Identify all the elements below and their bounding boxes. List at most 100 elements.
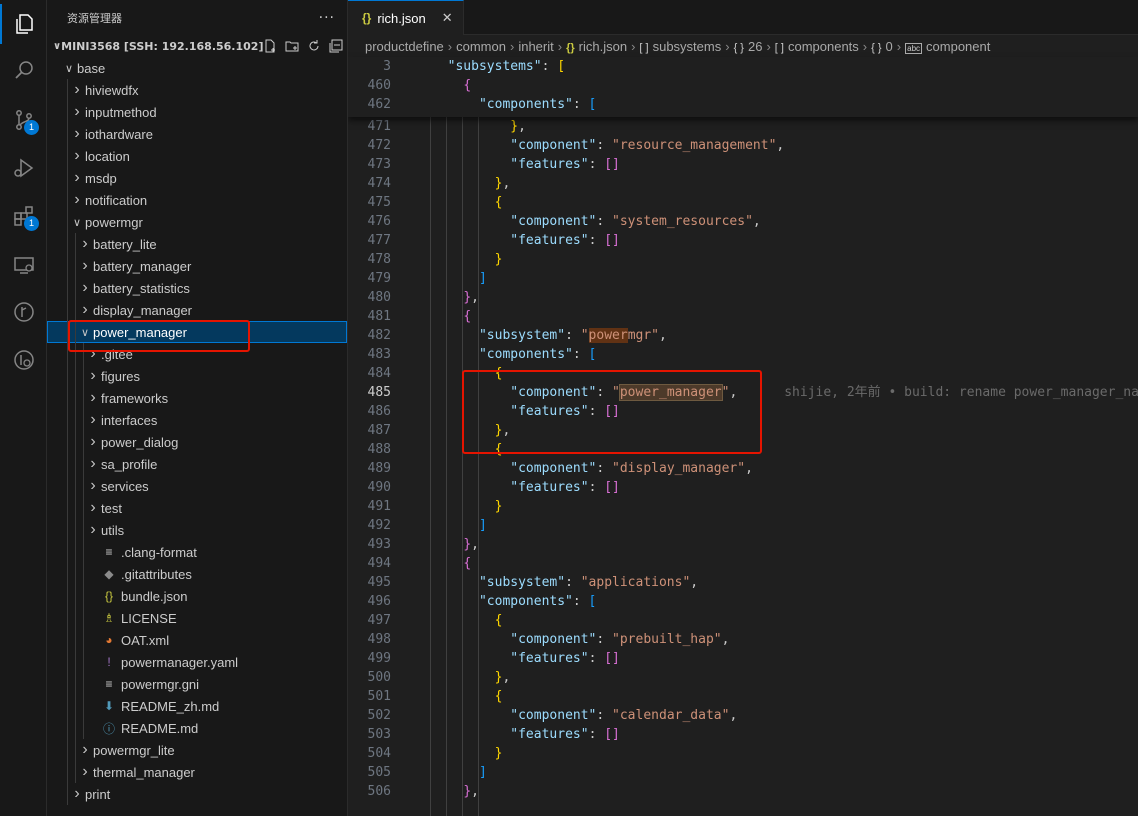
tree-folder[interactable]: › display_manager (47, 299, 347, 321)
code-line[interactable]: 479 ] (348, 269, 1138, 288)
tree-folder[interactable]: › power_dialog (47, 431, 347, 453)
tree-folder[interactable]: › thermal_manager (47, 761, 347, 783)
tree-file[interactable]: ⬇ README_zh.md (47, 695, 347, 717)
tree-file[interactable]: ≡ .clang-format (47, 541, 347, 563)
workspace-section-header[interactable]: ∨ MINI3568 [SSH: 192.168.56.102] (47, 35, 347, 57)
code-line[interactable]: 476 "component": "system_resources", (348, 212, 1138, 231)
tree-folder[interactable]: › interfaces (47, 409, 347, 431)
tab-rich-json[interactable]: {} rich.json ✕ (348, 0, 464, 35)
tree-folder[interactable]: › utils (47, 519, 347, 541)
breadcrumb-item[interactable]: productdefine (365, 39, 444, 54)
collapse-all-icon[interactable] (329, 39, 343, 53)
git-graph-icon[interactable] (0, 292, 47, 332)
code-line[interactable]: 493 }, (348, 535, 1138, 554)
breadcrumb-item[interactable]: [ ] subsystems (639, 39, 721, 54)
tree-folder[interactable]: › battery_lite (47, 233, 347, 255)
code-line[interactable]: 477 "features": [] (348, 231, 1138, 250)
source-control-icon[interactable]: 1 (0, 100, 47, 140)
tree-file[interactable]: ◕ OAT.xml (47, 629, 347, 651)
code-line[interactable]: 486 "features": [] (348, 402, 1138, 421)
code-line[interactable]: 489 "component": "display_manager", (348, 459, 1138, 478)
tree-file[interactable]: ◆ .gitattributes (47, 563, 347, 585)
code-line[interactable]: 481 { (348, 307, 1138, 326)
tree-folder[interactable]: › notification (47, 189, 347, 211)
tree-folder[interactable]: › test (47, 497, 347, 519)
tree-folder[interactable]: › inputmethod (47, 101, 347, 123)
breadcrumb-item[interactable]: common (456, 39, 506, 54)
code-line[interactable]: 504 } (348, 744, 1138, 763)
code-line[interactable]: 494 { (348, 554, 1138, 573)
tree-file[interactable]: ! powermanager.yaml (47, 651, 347, 673)
breadcrumb-item[interactable]: abc component (905, 39, 990, 54)
refresh-icon[interactable] (307, 39, 321, 53)
code-editor[interactable]: 3 "subsystems": [460 {462 "components": … (348, 57, 1138, 816)
tree-file[interactable]: ≡ powermgr.gni (47, 673, 347, 695)
tree-folder[interactable]: › battery_statistics (47, 277, 347, 299)
run-debug-icon[interactable] (0, 148, 47, 188)
tree-file[interactable]: ⓘ README.md (47, 717, 347, 739)
code-line[interactable]: 490 "features": [] (348, 478, 1138, 497)
code-line[interactable]: 462 "components": [ (348, 95, 1138, 114)
code-line[interactable]: 480 }, (348, 288, 1138, 307)
code-line[interactable]: 501 { (348, 687, 1138, 706)
code-line[interactable]: 498 "component": "prebuilt_hap", (348, 630, 1138, 649)
code-line[interactable]: 474 }, (348, 174, 1138, 193)
sticky-scroll-header[interactable]: 3 "subsystems": [460 {462 "components": … (348, 57, 1138, 117)
more-actions-icon[interactable]: ··· (319, 10, 335, 26)
tree-folder[interactable]: › hiviewdfx (47, 79, 347, 101)
code-line[interactable]: 506 }, (348, 782, 1138, 801)
code-line[interactable]: 499 "features": [] (348, 649, 1138, 668)
explorer-icon[interactable] (0, 4, 47, 44)
tree-folder[interactable]: › sa_profile (47, 453, 347, 475)
tree-folder[interactable]: › print (47, 783, 347, 805)
breadcrumb-item[interactable]: { } 0 (871, 39, 893, 54)
tree-folder[interactable]: › powermgr_lite (47, 739, 347, 761)
tree-folder[interactable]: ∨ power_manager (47, 321, 347, 343)
code-line[interactable]: 495 "subsystem": "applications", (348, 573, 1138, 592)
code-line[interactable]: 478 } (348, 250, 1138, 269)
code-line[interactable]: 484 { (348, 364, 1138, 383)
code-line[interactable]: 488 { (348, 440, 1138, 459)
code-line[interactable]: 471 }, (348, 117, 1138, 136)
code-line[interactable]: 472 "component": "resource_management", (348, 136, 1138, 155)
tree-file[interactable]: ♗ LICENSE (47, 607, 347, 629)
code-line[interactable]: 482 "subsystem": "powermgr", (348, 326, 1138, 345)
code-line[interactable]: 473 "features": [] (348, 155, 1138, 174)
code-line[interactable]: 485 "component": "power_manager", shijie… (348, 383, 1138, 402)
breadcrumb-item[interactable]: { } 26 (734, 39, 763, 54)
breadcrumb-item[interactable]: [ ] components (775, 39, 859, 54)
code-line[interactable]: 502 "component": "calendar_data", (348, 706, 1138, 725)
code-line[interactable]: 503 "features": [] (348, 725, 1138, 744)
tree-folder[interactable]: ∨ base (47, 57, 347, 79)
code-line[interactable]: 505 ] (348, 763, 1138, 782)
code-line[interactable]: 475 { (348, 193, 1138, 212)
tree-folder[interactable]: › services (47, 475, 347, 497)
code-line[interactable]: 3 "subsystems": [ (348, 57, 1138, 76)
code-line[interactable]: 500 }, (348, 668, 1138, 687)
tree-folder[interactable]: › frameworks (47, 387, 347, 409)
code-line[interactable]: 483 "components": [ (348, 345, 1138, 364)
code-line[interactable]: 487 }, (348, 421, 1138, 440)
tree-folder[interactable]: › msdp (47, 167, 347, 189)
code-line[interactable]: 497 { (348, 611, 1138, 630)
close-icon[interactable]: ✕ (442, 10, 453, 26)
new-file-icon[interactable] (263, 39, 277, 53)
new-folder-icon[interactable] (285, 39, 299, 53)
tree-folder[interactable]: ∨ powermgr (47, 211, 347, 233)
ssh-remote-icon[interactable] (0, 340, 47, 380)
extensions-icon[interactable]: 1 (0, 196, 47, 236)
breadcrumb-item[interactable]: inherit (518, 39, 553, 54)
tree-folder[interactable]: › location (47, 145, 347, 167)
breadcrumb-item[interactable]: {} rich.json (566, 39, 627, 54)
search-icon[interactable] (0, 50, 47, 90)
tree-folder[interactable]: › figures (47, 365, 347, 387)
code-line[interactable]: 492 ] (348, 516, 1138, 535)
code-line[interactable]: 491 } (348, 497, 1138, 516)
code-line[interactable]: 496 "components": [ (348, 592, 1138, 611)
tree-folder[interactable]: › iothardware (47, 123, 347, 145)
remote-explorer-icon[interactable] (0, 245, 47, 285)
tree-file[interactable]: {} bundle.json (47, 585, 347, 607)
tree-folder[interactable]: › .gitee (47, 343, 347, 365)
code-line[interactable]: 460 { (348, 76, 1138, 95)
tree-folder[interactable]: › battery_manager (47, 255, 347, 277)
